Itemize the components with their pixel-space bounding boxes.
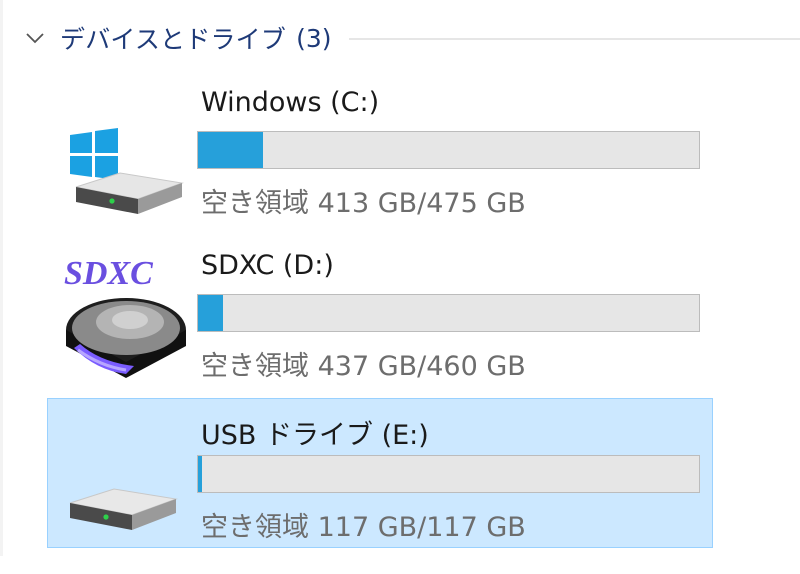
group-divider xyxy=(349,38,800,40)
drive-usage-bar xyxy=(197,455,700,493)
group-title: デバイスとドライブ xyxy=(60,25,287,54)
drive-item-d[interactable]: SDXC SDXC (D:) 空き領域 437 GB/460 GB xyxy=(47,243,713,393)
windows-drive-icon xyxy=(54,91,188,225)
navigation-pane-edge xyxy=(0,0,3,574)
chevron-down-icon[interactable] xyxy=(22,25,48,51)
drive-usage-bar xyxy=(197,294,700,332)
drive-usage-fill xyxy=(198,132,264,168)
bottom-margin xyxy=(0,556,800,574)
drive-item-e[interactable]: USB ドライブ (E:) 空き領域 117 GB/117 GB xyxy=(47,398,713,548)
drive-free-space: 空き領域 117 GB/117 GB xyxy=(201,512,526,543)
drive-name: SDXC (D:) xyxy=(201,250,334,281)
drive-name: USB ドライブ (E:) xyxy=(201,420,429,451)
drive-usage-fill xyxy=(198,456,202,492)
usb-drive-icon xyxy=(54,409,188,543)
drive-name: Windows (C:) xyxy=(201,87,380,118)
explorer-drives-view: デバイスとドライブ (3) Windows (C:) 空き領域 413 GB/4… xyxy=(0,0,800,574)
drive-free-space: 空き領域 413 GB/475 GB xyxy=(201,188,526,219)
drive-item-c[interactable]: Windows (C:) 空き領域 413 GB/475 GB xyxy=(47,80,713,230)
sdxc-logo-text: SDXC xyxy=(64,255,153,292)
drive-usage-fill xyxy=(198,295,224,331)
drive-usage-bar xyxy=(197,131,700,169)
devices-and-drives-group-header[interactable]: デバイスとドライブ (3) xyxy=(22,14,800,62)
group-count: (3) xyxy=(296,23,332,53)
sdxc-drive-icon: SDXC xyxy=(56,250,190,384)
drive-free-space: 空き領域 437 GB/460 GB xyxy=(201,351,526,382)
